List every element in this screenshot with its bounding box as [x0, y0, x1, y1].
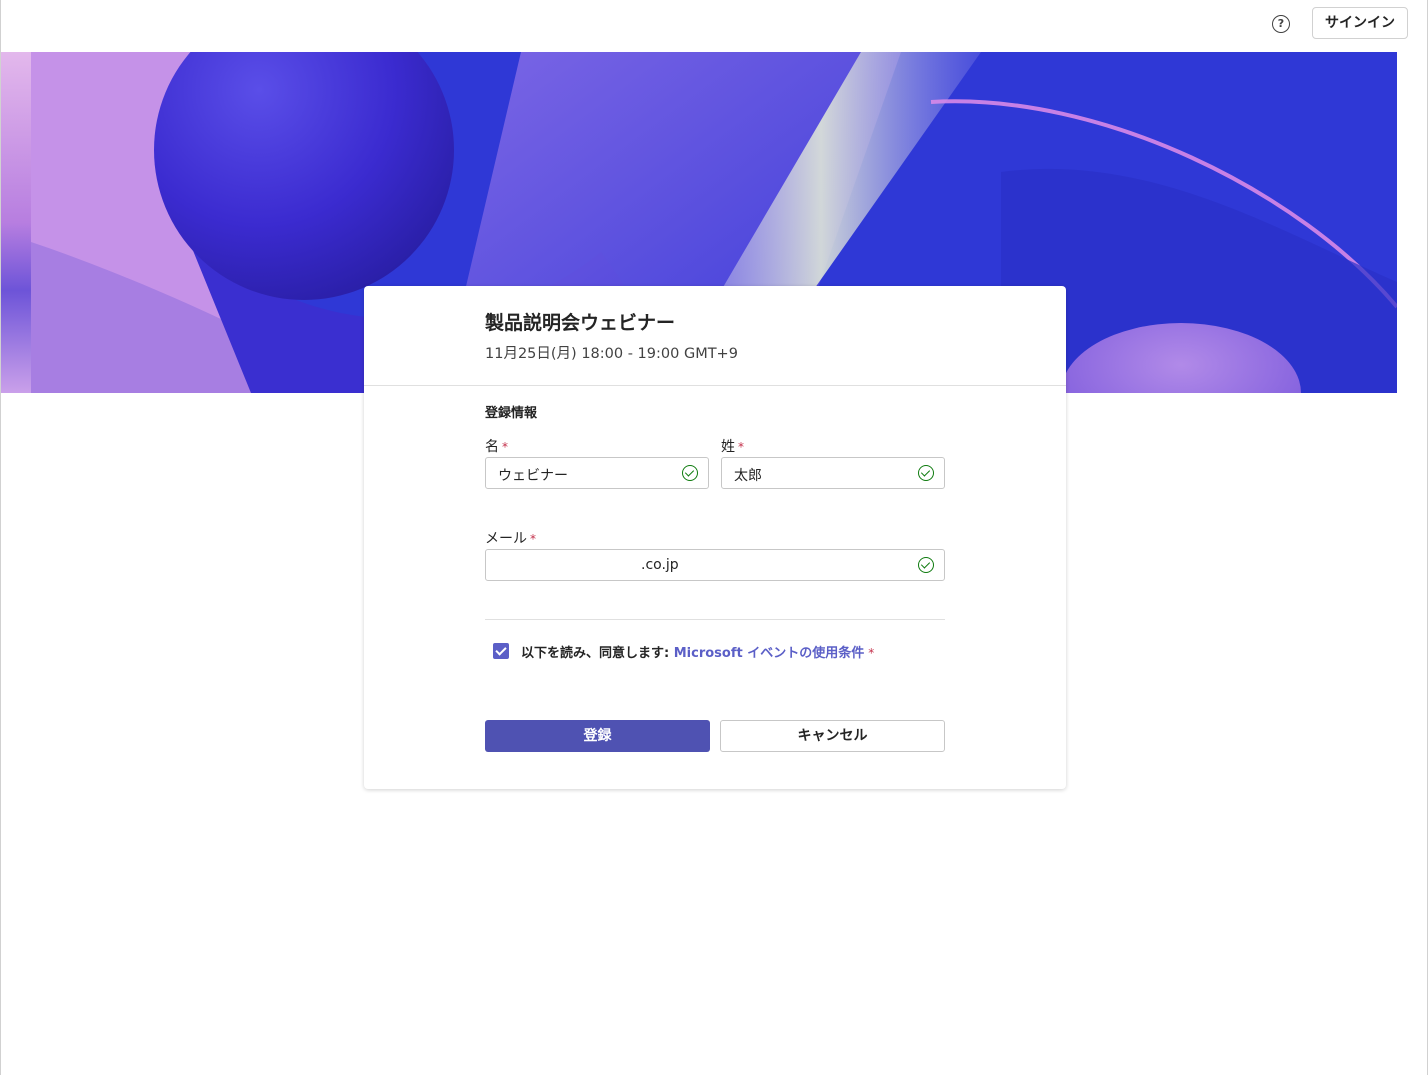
- event-datetime: 11月25日(月) 18:00 - 19:00 GMT+9: [485, 346, 738, 362]
- last-name-label-text: 姓: [721, 439, 735, 455]
- email-input[interactable]: .co.jp: [485, 549, 945, 581]
- form-divider: [485, 619, 945, 620]
- last-name-value: 太郎: [734, 468, 762, 484]
- signin-button[interactable]: サインイン: [1312, 7, 1408, 39]
- help-icon[interactable]: ?: [1272, 15, 1290, 33]
- register-button[interactable]: 登録: [485, 720, 710, 752]
- cancel-button[interactable]: キャンセル: [720, 720, 945, 752]
- registration-card: 製品説明会ウェビナー 11月25日(月) 18:00 - 19:00 GMT+9…: [364, 286, 1066, 789]
- first-name-label-text: 名: [485, 439, 499, 455]
- top-bar: ? サインイン: [1, 0, 1427, 52]
- required-marker: *: [738, 440, 744, 454]
- banner-left-edge: [1, 52, 31, 393]
- first-name-value: ウェビナー: [498, 468, 568, 484]
- section-title: 登録情報: [485, 406, 538, 421]
- valid-check-icon: [682, 465, 698, 481]
- event-title: 製品説明会ウェビナー: [485, 312, 676, 334]
- email-value: .co.jp: [641, 557, 679, 573]
- agree-text: 以下を読み、同意します:: [521, 646, 674, 661]
- email-label-text: メール: [485, 531, 527, 547]
- agree-label: 以下を読み、同意します: Microsoft イベントの使用条件 *: [521, 642, 874, 661]
- first-name-input[interactable]: ウェビナー: [485, 457, 709, 489]
- required-marker: *: [502, 440, 508, 454]
- required-marker: *: [530, 532, 536, 546]
- registration-page: ? サインイン 製品説明会ウェビナー 11月25日(月) 18:00 - 19:…: [0, 0, 1428, 1075]
- card-header: 製品説明会ウェビナー 11月25日(月) 18:00 - 19:00 GMT+9: [364, 286, 1066, 386]
- first-name-label: 名 *: [485, 436, 508, 456]
- email-label: メール *: [485, 528, 536, 548]
- last-name-label: 姓 *: [721, 436, 744, 456]
- valid-check-icon: [918, 557, 934, 573]
- banner-right-edge: [1397, 52, 1427, 393]
- valid-check-icon: [918, 465, 934, 481]
- terms-link[interactable]: Microsoft イベントの使用条件: [674, 646, 865, 661]
- required-marker: *: [868, 646, 875, 660]
- last-name-input[interactable]: 太郎: [721, 457, 945, 489]
- agree-checkbox[interactable]: [493, 643, 509, 659]
